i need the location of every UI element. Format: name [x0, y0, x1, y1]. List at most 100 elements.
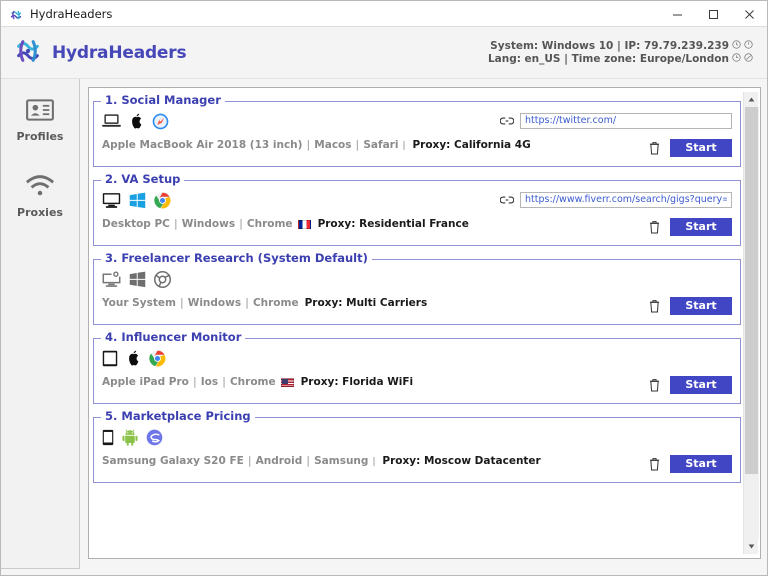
windows-grey-icon: [129, 271, 146, 292]
profile-actions: Start: [500, 348, 732, 396]
refresh-icon[interactable]: [732, 40, 741, 53]
usa-flag-icon: [281, 378, 294, 387]
monitor-gear-icon: [102, 271, 121, 292]
card-buttons: Start: [649, 139, 732, 159]
profile-os: Ios: [201, 376, 218, 388]
sidebar-item-profiles-label: Profiles: [17, 130, 64, 143]
maximize-button[interactable]: [695, 1, 731, 27]
start-button[interactable]: Start: [670, 297, 732, 315]
card-buttons: Start: [649, 455, 732, 475]
profile-title: 2. VA Setup: [101, 172, 184, 186]
minimize-button[interactable]: [659, 1, 695, 27]
italy-flag-icon: [403, 141, 405, 150]
globe-icon[interactable]: [744, 53, 753, 66]
desktop-monitor-icon: [102, 192, 121, 213]
profile-browser: Chrome: [253, 297, 299, 309]
profile-card[interactable]: 5. Marketplace Pricing: [93, 417, 741, 483]
profile-details: Apple iPad Pro| Ios| Chrome Proxy: Flori…: [102, 348, 500, 396]
close-button[interactable]: [731, 1, 767, 27]
title-bar: HydraHeaders: [1, 1, 767, 27]
card-buttons: Start: [649, 376, 732, 396]
russia-flag-icon: [373, 457, 375, 466]
profile-icons: [102, 192, 500, 212]
profile-actions: Start: [500, 190, 732, 238]
profile-icons: [102, 113, 500, 133]
id-card-icon: [26, 99, 54, 125]
profile-icons: [102, 429, 500, 449]
profile-actions: Start: [500, 427, 732, 475]
profile-device: Apple MacBook Air 2018 (13 inch): [102, 139, 302, 151]
hydra-logo-icon: [9, 7, 23, 21]
profiles-panel: 1. Social Manager: [88, 87, 761, 559]
start-button[interactable]: Start: [670, 218, 732, 236]
link-icon: [500, 190, 514, 209]
profile-meta: Apple iPad Pro| Ios| Chrome Proxy: Flori…: [102, 376, 500, 388]
profile-title: 5. Marketplace Pricing: [101, 409, 255, 423]
wifi-icon: [25, 175, 55, 201]
scroll-down-button[interactable]: [744, 539, 759, 554]
laptop-icon: [102, 113, 121, 133]
url-input[interactable]: [520, 192, 732, 208]
scroll-up-button[interactable]: [744, 92, 759, 107]
profile-device: Apple iPad Pro: [102, 376, 189, 388]
profile-proxy: Proxy: Multi Carriers: [305, 297, 428, 309]
profile-title: 1. Social Manager: [101, 93, 225, 107]
chrome-icon: [154, 192, 171, 213]
start-button[interactable]: Start: [670, 455, 732, 473]
profile-os: Windows: [188, 297, 241, 309]
scrollbar-thumb[interactable]: [745, 107, 758, 474]
info-icon[interactable]: [744, 40, 753, 53]
france-flag-icon: [298, 220, 311, 229]
vertical-scrollbar[interactable]: [743, 92, 758, 554]
profile-browser: Chrome: [230, 376, 276, 388]
profile-details: Desktop PC| Windows| Chrome Proxy: Resid…: [102, 190, 500, 238]
url-row: [500, 190, 732, 209]
profile-details: Apple MacBook Air 2018 (13 inch)| Macos|…: [102, 111, 500, 159]
brand-name: HydraHeaders: [52, 43, 186, 63]
profile-card[interactable]: 1. Social Manager: [93, 101, 741, 167]
profile-browser: Safari: [363, 139, 398, 151]
profile-os: Macos: [314, 139, 351, 151]
profile-details: Your System| Windows| Chrome Proxy: Mult…: [102, 269, 500, 317]
url-row: [500, 111, 732, 130]
window-controls: [659, 1, 767, 27]
start-button[interactable]: Start: [670, 376, 732, 394]
profile-os: Android: [256, 455, 303, 467]
profiles-list: 1. Social Manager: [93, 92, 743, 554]
safari-icon: [152, 113, 169, 134]
app-header: HydraHeaders System: Windows 10 | IP: 79…: [1, 27, 767, 79]
window-title: HydraHeaders: [30, 7, 112, 21]
trash-icon[interactable]: [649, 457, 660, 471]
trash-icon[interactable]: [649, 220, 660, 234]
card-buttons: Start: [649, 218, 732, 238]
profile-meta: Apple MacBook Air 2018 (13 inch)| Macos|…: [102, 139, 500, 151]
sidebar-item-proxies[interactable]: Proxies: [6, 169, 74, 225]
chrome-grey-icon: [154, 271, 171, 292]
start-button[interactable]: Start: [670, 139, 732, 157]
profile-title: 3. Freelancer Research (System Default): [101, 251, 372, 265]
clock-icon[interactable]: [732, 53, 741, 66]
android-icon: [122, 429, 138, 450]
scrollbar-track[interactable]: [744, 107, 759, 539]
samsung-internet-icon: [146, 429, 163, 450]
trash-icon[interactable]: [649, 378, 660, 392]
profile-browser: Chrome: [247, 218, 293, 230]
sidebar-item-proxies-label: Proxies: [17, 206, 63, 219]
link-icon: [500, 111, 514, 130]
sidebar-item-profiles[interactable]: Profiles: [6, 93, 74, 149]
trash-icon[interactable]: [649, 299, 660, 313]
chrome-icon: [149, 350, 166, 371]
profile-actions: Start: [500, 269, 732, 317]
tablet-icon: [102, 350, 118, 371]
profile-icons: [102, 271, 500, 291]
profile-card[interactable]: 4. Influencer Monitor: [93, 338, 741, 404]
profile-card[interactable]: 2. VA Setup: [93, 180, 741, 246]
url-input[interactable]: [520, 113, 732, 129]
trash-icon[interactable]: [649, 141, 660, 155]
profile-actions: Start: [500, 111, 732, 159]
profile-device: Desktop PC: [102, 218, 170, 230]
profile-card[interactable]: 3. Freelancer Research (System Default): [93, 259, 741, 325]
profile-browser: Samsung: [314, 455, 368, 467]
system-info-line: System: Windows 10 | IP: 79.79.239.239: [490, 40, 729, 53]
app-window: HydraHeaders: [0, 0, 768, 576]
